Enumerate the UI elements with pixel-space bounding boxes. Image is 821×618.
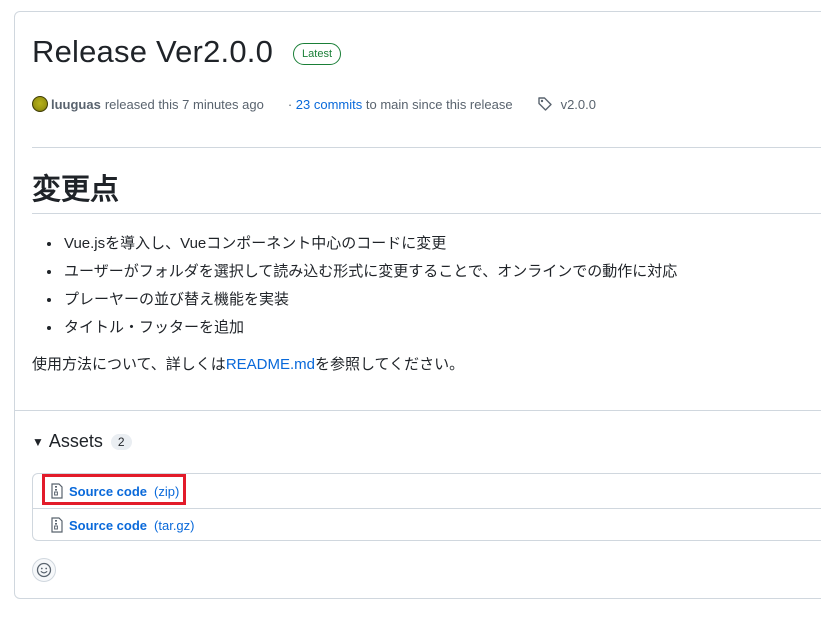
list-item: ユーザーがフォルダを選択して読み込む形式に変更することで、オンラインでの動作に対…: [62, 258, 677, 286]
assets-divider: [15, 410, 821, 411]
triangle-down-icon: ▼: [32, 434, 44, 449]
list-item: タイトル・フッターを追加: [62, 314, 677, 342]
asset-row-targz[interactable]: Source code (tar.gz): [33, 508, 821, 542]
divider: [32, 147, 821, 148]
tag-link[interactable]: v2.0.0: [537, 96, 596, 112]
latest-badge: Latest: [293, 43, 341, 65]
asset-type[interactable]: (tar.gz): [154, 518, 194, 533]
list-item: Vue.jsを導入し、Vueコンポーネント中心のコードに変更: [62, 230, 677, 258]
changes-list: Vue.jsを導入し、Vueコンポーネント中心のコードに変更 ユーザーがフォルダ…: [32, 230, 677, 342]
commits-link[interactable]: 23 commits: [296, 97, 362, 112]
release-card: Release Ver2.0.0 Latest luuguas released…: [14, 11, 821, 599]
heading-divider: [32, 213, 821, 214]
usage-text: 使用方法について、詳しくはREADME.mdを参照してください。: [32, 353, 464, 374]
list-item: プレーヤーの並び替え機能を実装: [62, 286, 677, 314]
author-link[interactable]: luuguas: [51, 97, 101, 112]
commits-suffix: to main since this release: [365, 96, 513, 112]
tag-label[interactable]: v2.0.0: [561, 97, 596, 112]
usage-before: 使用方法について、詳しくは: [32, 356, 226, 373]
asset-name[interactable]: Source code: [69, 518, 147, 533]
add-reaction-button[interactable]: [32, 558, 56, 582]
release-header: Release Ver2.0.0 Latest: [32, 34, 341, 70]
assets-label: Assets: [48, 431, 103, 451]
assets-toggle[interactable]: ▼ Assets 2: [32, 431, 132, 452]
release-title[interactable]: Release Ver2.0.0: [32, 34, 273, 70]
released-text: released this 7 minutes ago: [104, 96, 264, 112]
separator-dot: ·: [287, 96, 293, 112]
avatar[interactable]: [32, 96, 48, 112]
tag-icon: [537, 97, 552, 111]
commits-info: · 23 commits to main since this release: [288, 97, 513, 112]
smiley-icon: [36, 562, 52, 578]
highlight-box: [42, 474, 186, 505]
notes-heading: 変更点: [32, 174, 120, 206]
release-meta: luuguas released this 7 minutes ago · 23…: [32, 96, 596, 112]
assets-count: 2: [110, 433, 132, 450]
usage-after: を参照してください。: [315, 356, 465, 373]
readme-link[interactable]: README.md: [226, 356, 315, 373]
file-zip-icon: [51, 517, 63, 533]
